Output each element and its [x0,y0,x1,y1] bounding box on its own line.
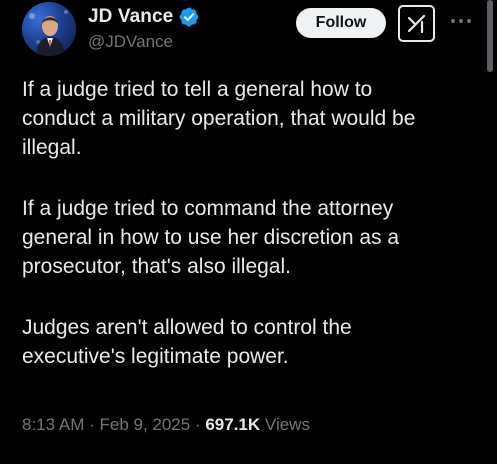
follow-button[interactable]: Follow [296,8,386,38]
meta-separator: · [190,415,206,434]
grok-icon [407,14,426,34]
tweet-paragraph: If a judge tried to tell a general how t… [22,78,416,159]
grok-button[interactable] [398,5,435,42]
meta-separator: · [84,415,100,434]
tweet-paragraph: If a judge tried to command the attorney… [22,197,400,278]
views-label: Views [260,415,310,434]
tweet-text: If a judge tried to tell a general how t… [22,75,482,371]
author-handle[interactable]: @JDVance [88,32,173,52]
views-label-text: Views [264,415,310,434]
verified-badge-icon [179,7,199,27]
tweet-time[interactable]: 8:13 AM [22,415,84,434]
profile-photo [29,10,68,56]
views-count[interactable]: 697.1K [205,415,260,434]
more-options-button[interactable] [448,8,474,34]
tweet-meta: 8:13 AM · Feb 9, 2025 · 697.1K Views [22,415,310,435]
tweet-date[interactable]: Feb 9, 2025 [99,415,190,434]
tweet-paragraph: Judges aren't allowed to control the exe… [22,316,352,368]
author-name-row[interactable]: JD Vance [88,6,200,28]
author-name[interactable]: JD Vance [88,6,173,28]
avatar[interactable] [22,2,76,56]
scrollbar[interactable] [487,0,493,72]
more-options-icon [451,19,471,23]
